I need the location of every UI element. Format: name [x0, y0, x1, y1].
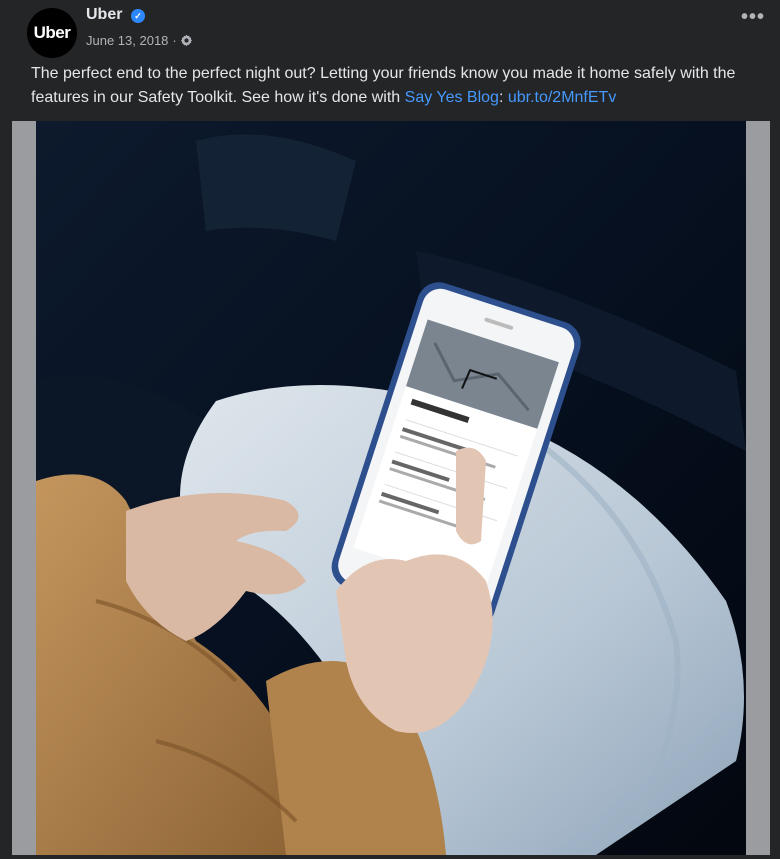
photo-illustration: [36, 121, 746, 855]
avatar-logo-text: Uber: [33, 23, 71, 42]
post-body-text: The perfect end to the perfect night out…: [31, 65, 736, 106]
post-message: The perfect end to the perfect night out…: [31, 62, 773, 110]
post-url-link[interactable]: ubr.to/2MnfETv: [508, 89, 617, 106]
meta-separator: ·: [172, 32, 177, 48]
say-yes-blog-mention-link[interactable]: Say Yes Blog: [405, 89, 499, 106]
post-photo[interactable]: [36, 121, 746, 855]
post-timestamp[interactable]: June 13, 2018: [86, 33, 168, 48]
facebook-post: Uber Uber ✓ June 13, 2018 · ••• The perf…: [0, 0, 780, 859]
post-header: Uber Uber ✓ June 13, 2018 · •••: [0, 0, 780, 60]
post-meta: June 13, 2018 ·: [86, 31, 193, 49]
post-colon: :: [498, 89, 508, 106]
post-media-container: [12, 121, 770, 855]
uber-avatar[interactable]: Uber: [27, 8, 77, 58]
page-name-link[interactable]: Uber: [86, 6, 122, 24]
verified-badge-icon: ✓: [131, 9, 145, 23]
more-options-button[interactable]: •••: [735, 7, 771, 32]
gear-icon: [180, 34, 192, 46]
